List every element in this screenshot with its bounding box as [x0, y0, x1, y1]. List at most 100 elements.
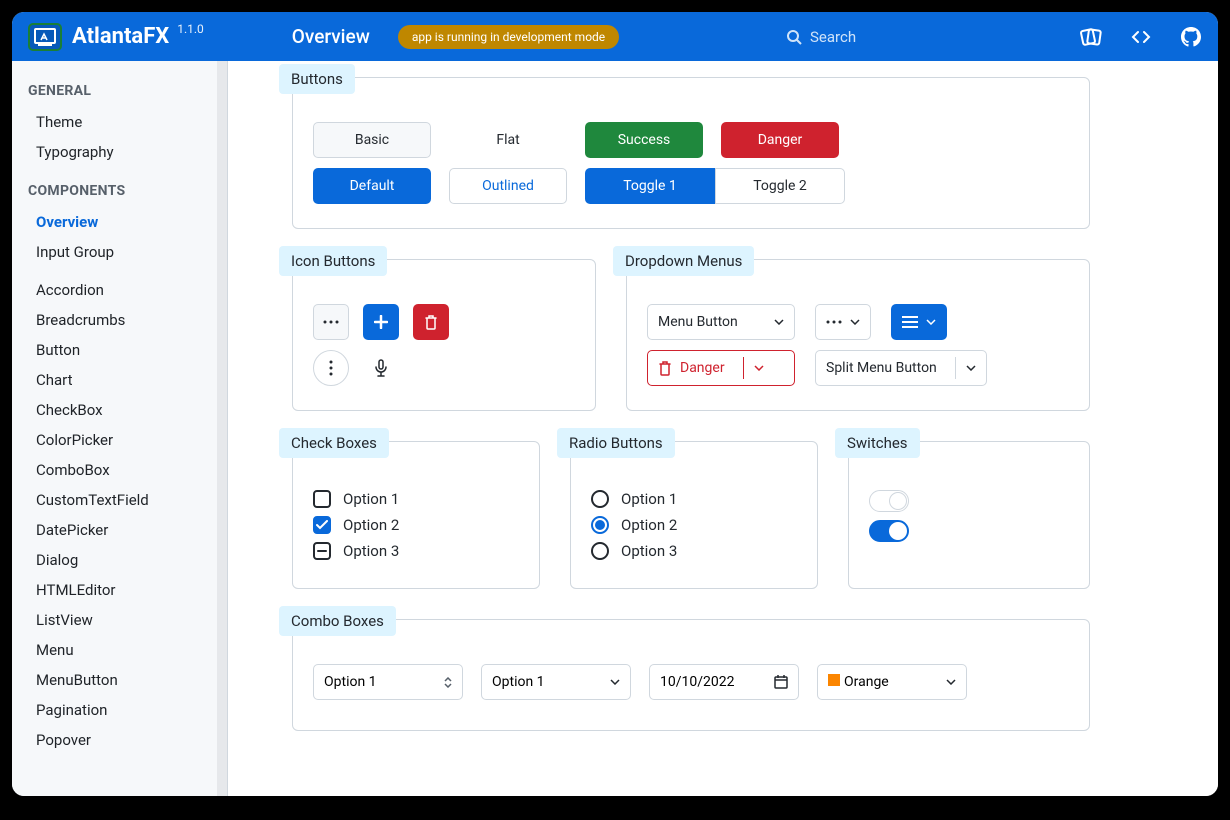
trash-icon	[424, 314, 438, 330]
theme-swatch-icon[interactable]	[1080, 26, 1102, 48]
dropdown-value: Option 1	[492, 674, 545, 690]
danger-button[interactable]: Danger	[721, 122, 839, 158]
spinner-combo[interactable]: Option 1	[313, 664, 463, 700]
radio-option-3[interactable]: Option 3	[591, 538, 797, 564]
more-horiz-button[interactable]	[313, 304, 349, 340]
danger-split-button[interactable]: Danger	[647, 350, 795, 386]
checkbox-option-3[interactable]: Option 3	[313, 538, 519, 564]
sidebar-item-menu[interactable]: Menu	[12, 635, 227, 665]
sidebar-item-colorpicker[interactable]: ColorPicker	[12, 425, 227, 455]
card-label-buttons: Buttons	[279, 64, 355, 94]
checkbox-option-1[interactable]: Option 1	[313, 486, 519, 512]
checkboxes-card: Check Boxes Option 1 Option 2 Option 3	[292, 441, 540, 589]
radio-label: Option 3	[621, 542, 677, 560]
radio-option-1[interactable]: Option 1	[591, 486, 797, 512]
switch-on[interactable]	[869, 520, 909, 542]
plus-icon	[374, 315, 388, 329]
date-value: 10/10/2022	[660, 674, 735, 690]
toggle-1-button[interactable]: Toggle 1	[585, 168, 715, 204]
sidebar-item-button[interactable]: Button	[12, 335, 227, 365]
caret-down-icon	[946, 679, 956, 685]
switch-off[interactable]	[869, 490, 909, 512]
date-combo[interactable]: 10/10/2022	[649, 664, 799, 700]
sidebar-item-menubutton[interactable]: MenuButton	[12, 665, 227, 695]
sidebar-item-popover[interactable]: Popover	[12, 725, 227, 755]
app-title: AtlantaFX	[72, 24, 169, 49]
dev-mode-badge: app is running in development mode	[398, 25, 619, 49]
card-label-icon-buttons: Icon Buttons	[279, 246, 387, 276]
hamburger-menu-button[interactable]	[891, 304, 947, 340]
mic-button[interactable]	[363, 350, 399, 386]
card-label-switches: Switches	[835, 428, 920, 458]
combos-card: Combo Boxes Option 1 Option 1 1	[292, 619, 1090, 731]
icon-buttons-card: Icon Buttons	[292, 259, 596, 411]
sidebar-heading-components: COMPONENTS	[12, 179, 227, 207]
checkbox-checked-icon	[313, 516, 331, 534]
card-label-combos: Combo Boxes	[279, 606, 396, 636]
sidebar-item-input-group[interactable]: Input Group	[12, 237, 227, 267]
more-horiz-icon	[323, 320, 339, 324]
dropdown-combo[interactable]: Option 1	[481, 664, 631, 700]
caret-down-icon	[966, 365, 976, 371]
radio-unchecked-icon	[591, 490, 609, 508]
color-swatch-icon	[828, 674, 840, 686]
default-button[interactable]: Default	[313, 168, 431, 204]
toggle-2-button[interactable]: Toggle 2	[715, 168, 845, 204]
radio-checked-icon	[591, 516, 609, 534]
flat-button[interactable]: Flat	[449, 122, 567, 158]
checkbox-label: Option 1	[343, 490, 399, 508]
page-title: Overview	[292, 25, 370, 48]
sidebar-item-overview[interactable]: Overview	[12, 207, 227, 237]
app-logo	[28, 23, 62, 51]
content-area: Buttons Basic Flat Success Danger Defaul…	[228, 61, 1218, 796]
sidebar-item-combobox[interactable]: ComboBox	[12, 455, 227, 485]
radio-option-2[interactable]: Option 2	[591, 512, 797, 538]
trash-icon	[658, 360, 672, 376]
icon-menu-button[interactable]	[815, 304, 871, 340]
spinner-arrows-icon	[444, 677, 452, 688]
menu-button[interactable]: Menu Button	[647, 304, 795, 340]
sidebar-item-checkbox[interactable]: CheckBox	[12, 395, 227, 425]
sidebar: GENERAL Theme Typography COMPONENTS Over…	[12, 61, 228, 796]
delete-button[interactable]	[413, 304, 449, 340]
mic-icon	[374, 359, 388, 377]
more-vert-button[interactable]	[313, 350, 349, 386]
sidebar-item-customtextfield[interactable]: CustomTextField	[12, 485, 227, 515]
card-label-checkboxes: Check Boxes	[279, 428, 389, 458]
checkbox-label: Option 2	[343, 516, 399, 534]
card-label-radios: Radio Buttons	[557, 428, 675, 458]
sidebar-item-theme[interactable]: Theme	[12, 107, 227, 137]
sidebar-item-listview[interactable]: ListView	[12, 605, 227, 635]
search-icon	[786, 29, 802, 45]
dropdown-card: Dropdown Menus Menu Button	[626, 259, 1090, 411]
hamburger-icon	[902, 316, 918, 328]
radio-label: Option 2	[621, 516, 677, 534]
sidebar-item-dialog[interactable]: Dialog	[12, 545, 227, 575]
sidebar-item-datepicker[interactable]: DatePicker	[12, 515, 227, 545]
split-menu-label: Split Menu Button	[826, 360, 937, 376]
color-combo[interactable]: Orange	[817, 664, 967, 700]
code-icon[interactable]	[1130, 26, 1152, 48]
caret-down-icon	[610, 679, 620, 685]
outlined-button[interactable]: Outlined	[449, 168, 567, 204]
search-input[interactable]	[810, 28, 940, 46]
checkbox-indeterminate-icon	[313, 542, 331, 560]
sidebar-item-breadcrumbs[interactable]: Breadcrumbs	[12, 305, 227, 335]
checkbox-option-2[interactable]: Option 2	[313, 512, 519, 538]
github-icon[interactable]	[1180, 26, 1202, 48]
add-button[interactable]	[363, 304, 399, 340]
success-button[interactable]: Success	[585, 122, 703, 158]
basic-button[interactable]: Basic	[313, 122, 431, 158]
sidebar-item-htmleditor[interactable]: HTMLEditor	[12, 575, 227, 605]
switches-card: Switches	[848, 441, 1090, 589]
sidebar-item-pagination[interactable]: Pagination	[12, 695, 227, 725]
more-horiz-icon	[826, 320, 842, 324]
sidebar-item-typography[interactable]: Typography	[12, 137, 227, 167]
checkbox-unchecked-icon	[313, 490, 331, 508]
sidebar-item-chart[interactable]: Chart	[12, 365, 227, 395]
danger-split-label: Danger	[680, 360, 725, 376]
radios-card: Radio Buttons Option 1 Option 2 Option 3	[570, 441, 818, 589]
split-menu-button[interactable]: Split Menu Button	[815, 350, 987, 386]
search-box[interactable]	[786, 28, 940, 46]
sidebar-item-accordion[interactable]: Accordion	[12, 275, 227, 305]
